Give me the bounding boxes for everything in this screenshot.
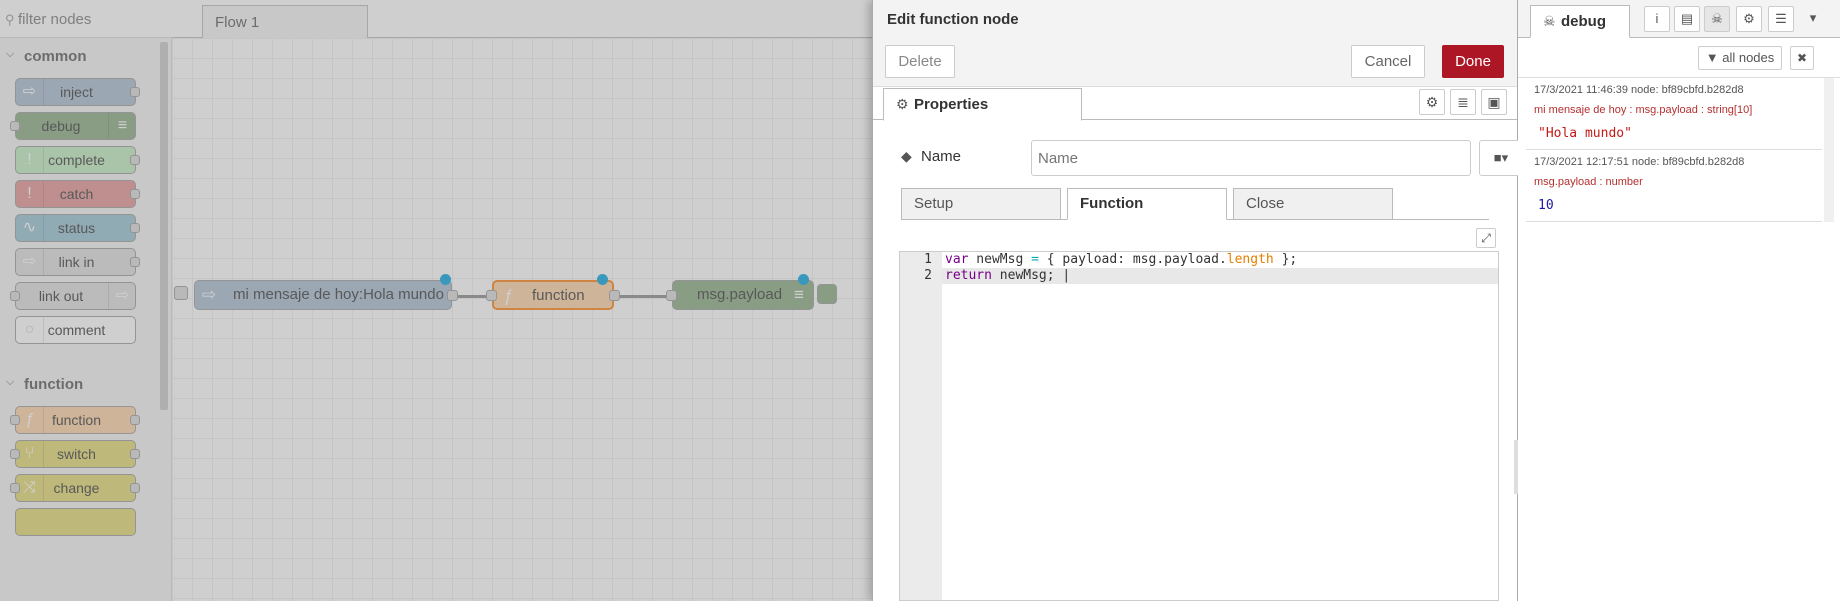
debug-toolbar: ▼ all nodes ✖	[1518, 38, 1840, 78]
message-meta: 17/3/2021 11:46:39 node: bf89cbfd.b282d8	[1534, 84, 1744, 96]
bug-icon[interactable]: ☠	[1704, 6, 1730, 32]
message-meta: 17/3/2021 12:17:51 node: bf89cbfd.b282d8	[1534, 156, 1745, 168]
editor-gutter	[900, 252, 942, 600]
sidebar-scrollbar[interactable]	[1824, 78, 1834, 222]
filter-button[interactable]: ▼ all nodes	[1698, 46, 1782, 70]
line-number: 2	[924, 268, 932, 283]
info-icon[interactable]: i	[1644, 6, 1670, 32]
gear-icon: ⚙	[896, 96, 909, 112]
expand-editor-icon[interactable]: ⤢	[1476, 228, 1496, 248]
debug-message[interactable]: 17/3/2021 11:46:39 node: bf89cbfd.b282d8…	[1526, 78, 1822, 150]
edit-tray: Edit function node Delete Cancel Done ⚙ …	[872, 0, 1523, 601]
cancel-button[interactable]: Cancel	[1351, 45, 1425, 78]
tray-tabs: ⚙ Properties ⚙ ≣ ▣	[873, 87, 1517, 121]
message-value: 10	[1538, 198, 1554, 213]
tab-debug[interactable]: ☠ debug	[1530, 5, 1630, 38]
message-value: "Hola mundo"	[1538, 126, 1632, 141]
modal-overlay[interactable]	[0, 0, 872, 601]
gear-icon[interactable]: ⚙	[1736, 6, 1762, 32]
name-input[interactable]	[1031, 140, 1471, 176]
database-icon[interactable]: ☰	[1768, 6, 1794, 32]
code-editor[interactable]: 1 2 var newMsg = { payload: msg.payload.…	[899, 251, 1499, 601]
chevron-down-icon[interactable]: ▾	[1800, 6, 1826, 32]
node-settings-gear-icon[interactable]: ⚙	[1419, 89, 1445, 115]
delete-button[interactable]: Delete	[885, 45, 955, 78]
description-icon[interactable]: ≣	[1450, 89, 1476, 115]
subtab-setup[interactable]: Setup	[901, 188, 1061, 220]
icon-picker-button[interactable]: ■▾	[1479, 140, 1523, 176]
message-topic: msg.payload : number	[1534, 176, 1643, 188]
debug-message[interactable]: 17/3/2021 12:17:51 node: bf89cbfd.b282d8…	[1526, 150, 1822, 222]
done-button[interactable]: Done	[1442, 45, 1504, 78]
tab-properties[interactable]: ⚙ Properties	[883, 88, 1082, 121]
appearance-icon[interactable]: ▣	[1481, 89, 1507, 115]
trash-icon[interactable]: ✖	[1790, 46, 1814, 70]
book-icon[interactable]: ▤	[1674, 6, 1700, 32]
sidebar-tabs: ☠ debug i ▤ ☠ ⚙ ☰ ▾	[1518, 0, 1840, 38]
subtab-close[interactable]: Close	[1233, 188, 1393, 220]
bug-icon: ☠	[1543, 13, 1556, 29]
line-number: 1	[924, 252, 932, 267]
subtab-function[interactable]: Function	[1067, 188, 1227, 220]
message-topic: mi mensaje de hoy : msg.payload : string…	[1534, 104, 1753, 116]
code-line-1: var newMsg = { payload: msg.payload.leng…	[945, 252, 1298, 267]
tray-header: Edit function node Delete Cancel Done	[873, 0, 1517, 87]
debug-sidebar: ☠ debug i ▤ ☠ ⚙ ☰ ▾ ▼ all nodes ✖ 17/3/2…	[1518, 0, 1840, 601]
node-red-editor: ⚲ ⌵ common ⇨ inject debug ≡ ! complete !…	[0, 0, 1840, 601]
filter-icon: ▼	[1705, 50, 1723, 65]
tab-label: debug	[1561, 13, 1606, 30]
tab-label: Properties	[914, 96, 989, 113]
name-label: Name	[921, 148, 962, 165]
tray-title: Edit function node	[887, 11, 1019, 28]
filter-label: all nodes	[1722, 50, 1775, 65]
tag-icon: ◆	[901, 148, 912, 164]
code-line-2: return newMsg; |	[945, 268, 1071, 283]
